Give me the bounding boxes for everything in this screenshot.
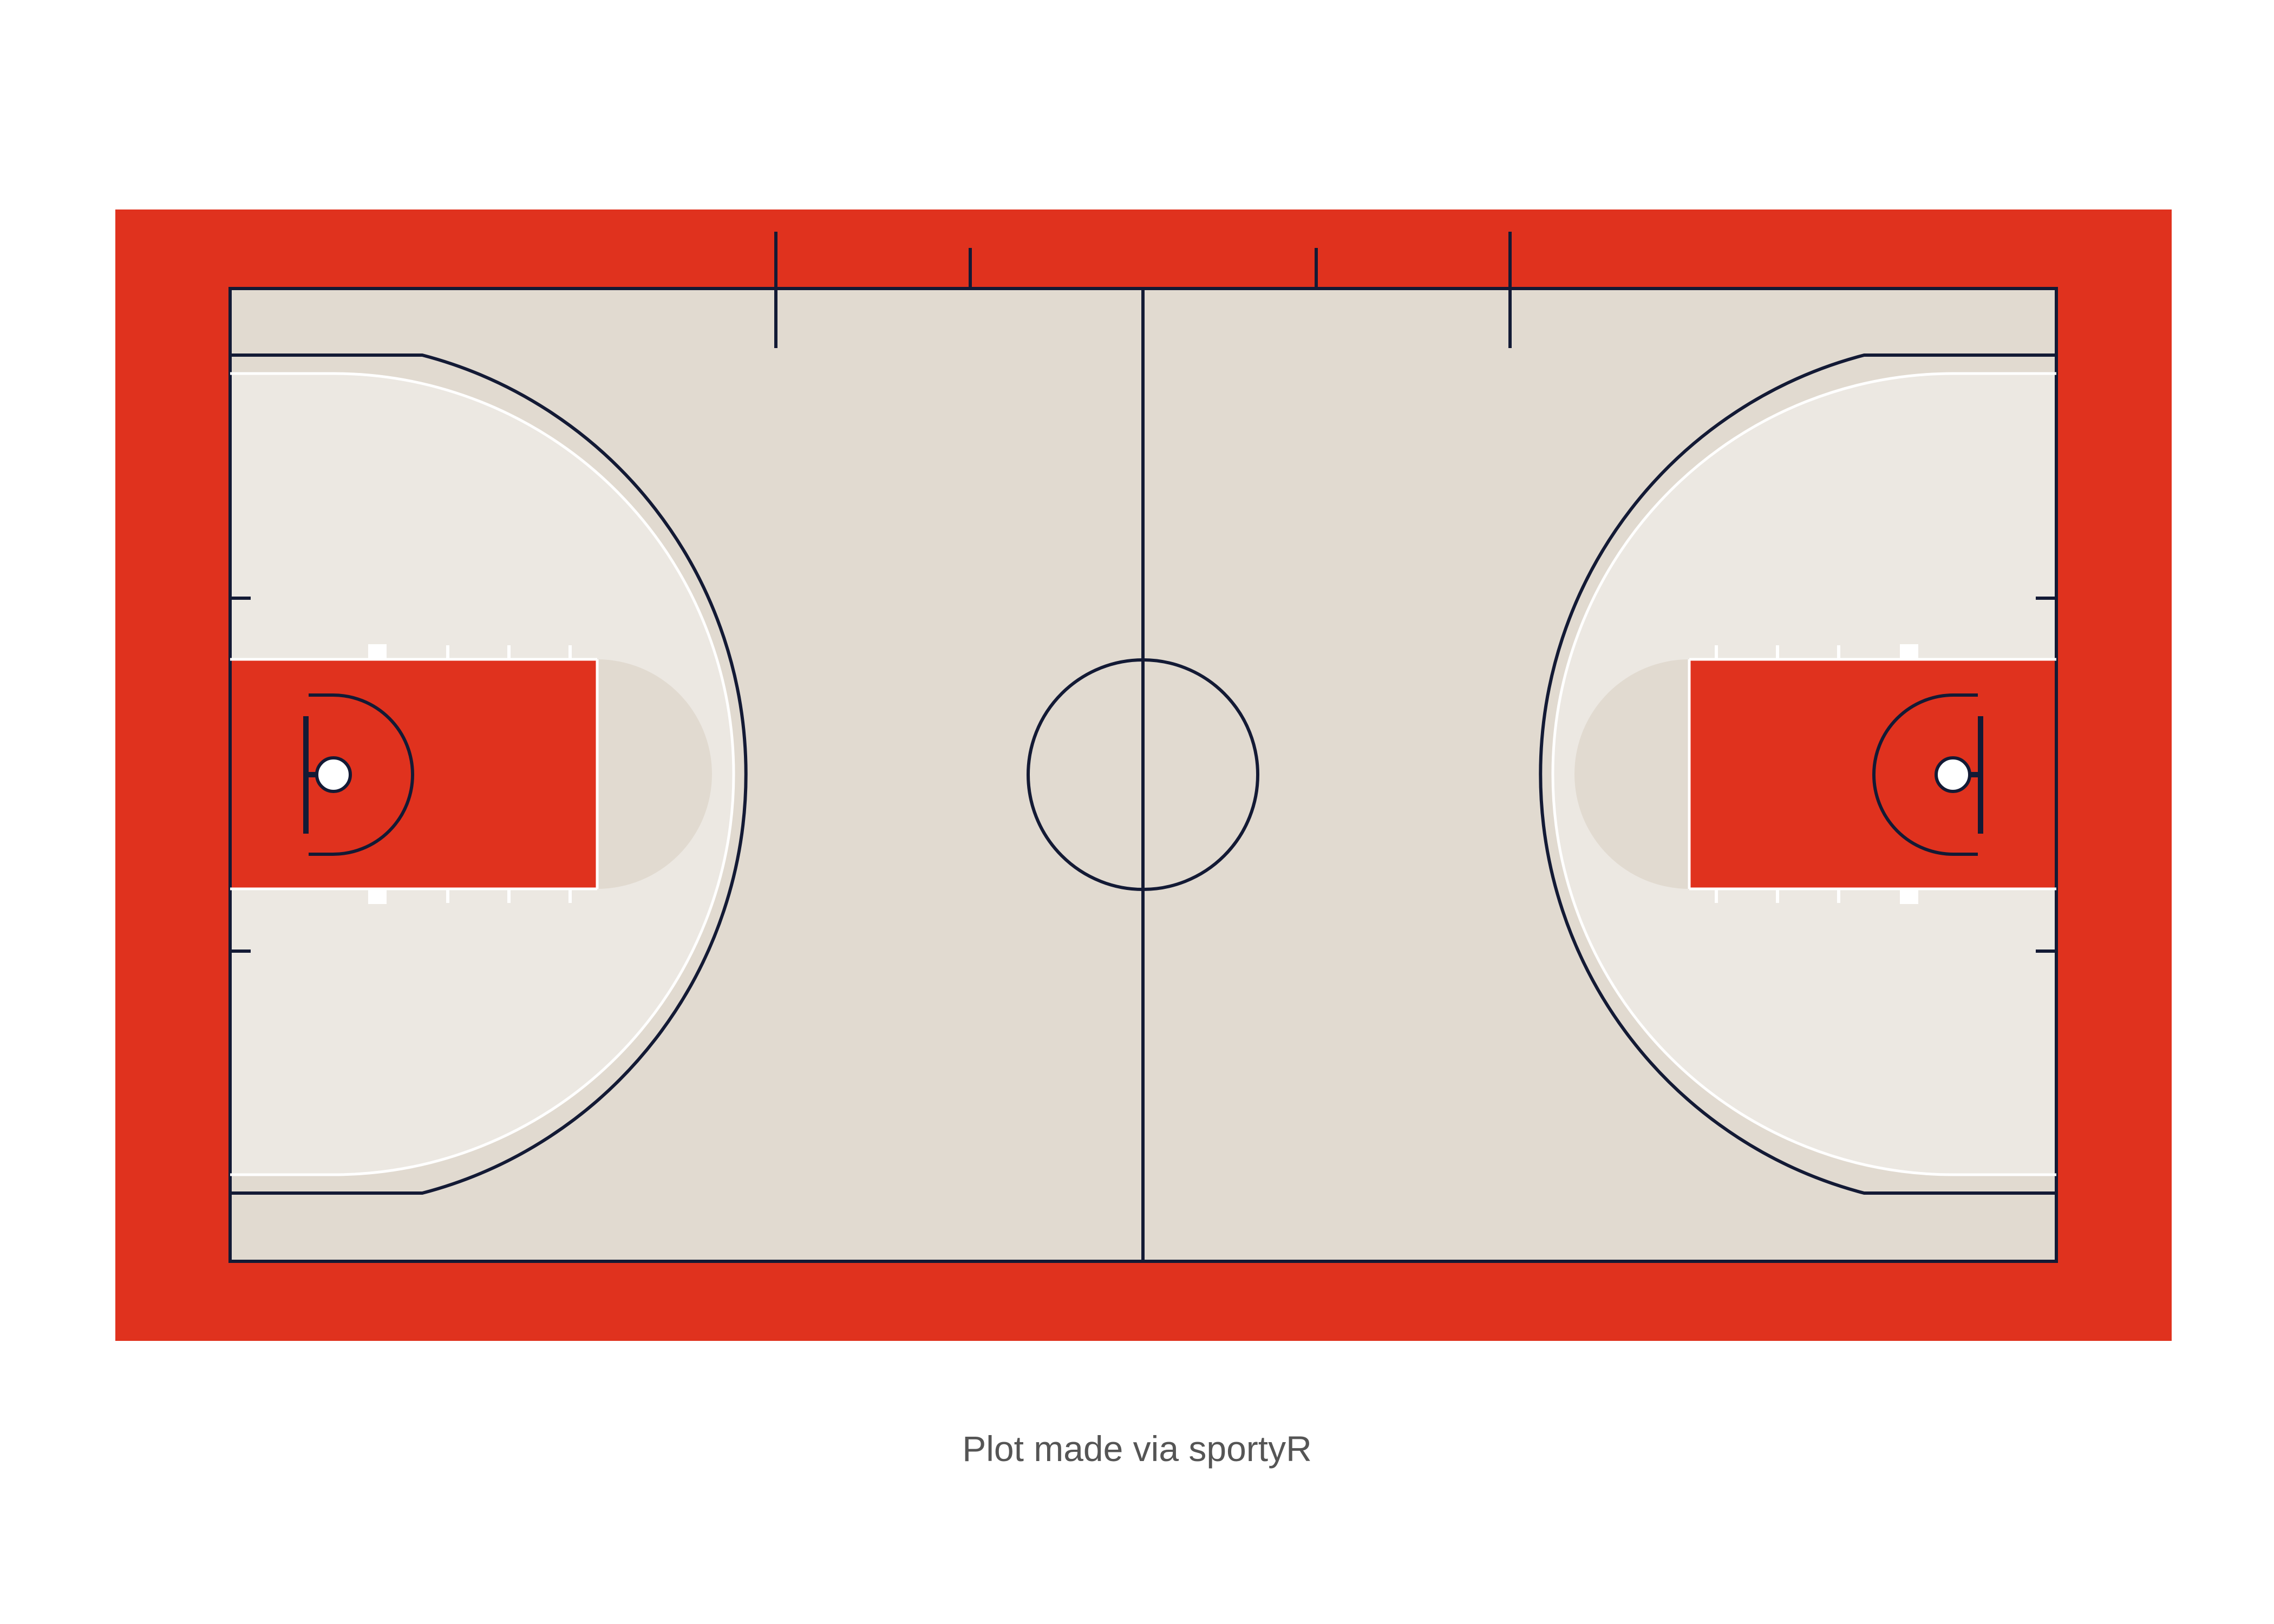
left-basket-ring	[315, 756, 352, 793]
right-backboard	[1978, 716, 1983, 834]
plot-canvas: Plot made via sportyR	[0, 0, 2274, 1624]
plot-caption: Plot made via sportyR	[962, 1429, 1312, 1469]
left-backboard	[303, 716, 309, 834]
right-basket-ring	[1935, 756, 1971, 793]
basketball-court-diagram	[115, 209, 2172, 1341]
